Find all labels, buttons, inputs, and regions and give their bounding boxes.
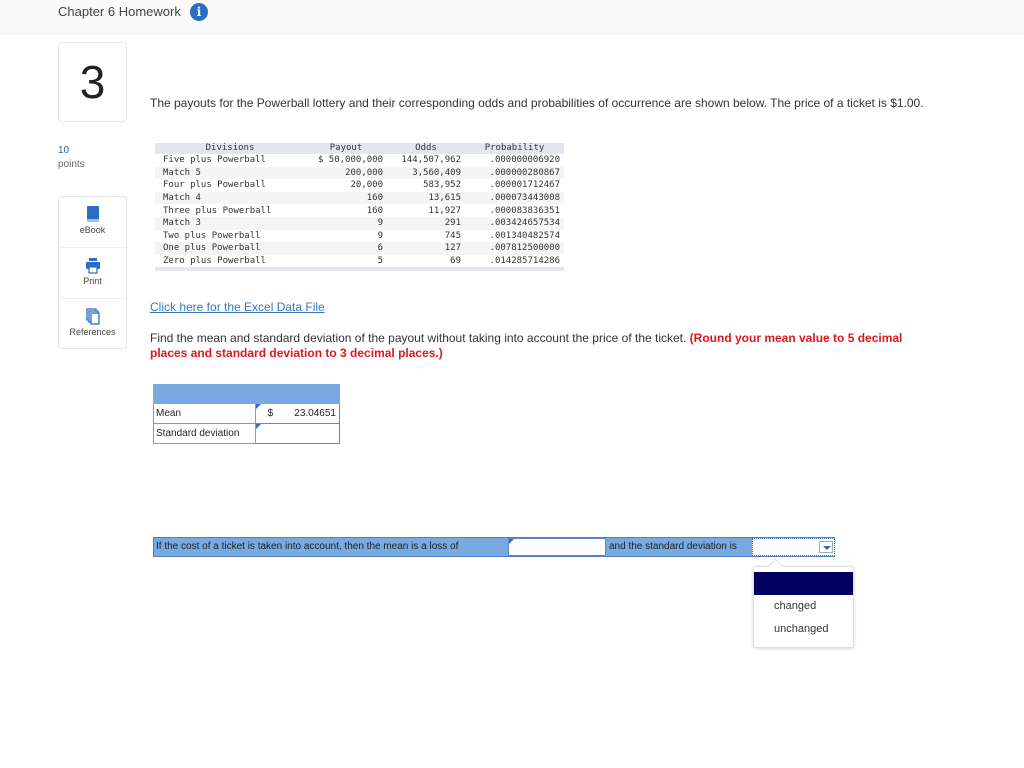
- points-label: points: [58, 159, 85, 170]
- division-cell: Two plus Powerball: [163, 230, 261, 241]
- payout-cell: $ 50,000,000: [317, 155, 383, 166]
- header-divisions: Divisions: [155, 143, 305, 154]
- std-input[interactable]: [254, 423, 341, 444]
- print-button[interactable]: Print: [59, 248, 126, 299]
- payout-cell: 9: [305, 216, 387, 230]
- table-row: Match 3 9 291.003424657534: [155, 216, 564, 230]
- mean-value: 23.04651: [294, 408, 336, 419]
- odds-cell: 11,927: [428, 205, 461, 216]
- probability-cell: .003424657534: [465, 216, 564, 230]
- dropdown-option-changed[interactable]: changed: [774, 600, 816, 612]
- table-row: Zero plus Powerball 5 69 .014285714286: [155, 255, 564, 268]
- probability-cell: .000073443008: [465, 191, 564, 205]
- odds-cell: 69: [450, 256, 461, 267]
- table-row: Two plus Powerball 9 745 .001340482574: [155, 230, 564, 243]
- references-icon: [85, 308, 100, 325]
- dropdown-menu: changed unchanged: [753, 566, 854, 648]
- odds-cell: 291: [387, 216, 465, 230]
- table-row: Five plus Powerball $ 50,000,000 144,507,9…: [155, 154, 564, 167]
- probability-cell: .014285714286: [489, 256, 560, 267]
- input-flag-icon: [509, 539, 514, 544]
- division-cell: Zero plus Powerball: [163, 256, 266, 267]
- input-flag-icon: [255, 424, 261, 429]
- references-button[interactable]: References: [59, 299, 126, 350]
- print-label: Print: [83, 276, 102, 286]
- table-row: Four plus Powerball 20,000 583,952 .0000017…: [155, 179, 564, 192]
- header-probability: Probability: [465, 143, 564, 154]
- tools-panel: eBook Print References: [58, 196, 127, 349]
- header-payout: Payout: [305, 143, 387, 154]
- dropdown-option-unchanged[interactable]: unchanged: [774, 623, 828, 635]
- answer-row-mean: Mean $ 23.04651: [153, 403, 341, 424]
- book-icon: [86, 206, 99, 222]
- division-cell: Match 4: [155, 191, 305, 205]
- sentence-part2: and the standard deviation is: [609, 541, 737, 552]
- ebook-label: eBook: [79, 225, 106, 235]
- odds-cell: 127: [387, 242, 465, 255]
- dropdown-option-blank[interactable]: [754, 572, 853, 595]
- answer-row-std: Standard deviation: [153, 423, 341, 444]
- division-cell: Match 5: [155, 166, 305, 180]
- assignment-title: Chapter 6 Homework: [58, 4, 181, 19]
- probability-cell: .007812500000: [465, 242, 564, 255]
- odds-cell: 583,952: [423, 180, 461, 191]
- table-header-row: Divisions Payout Odds Probability: [155, 143, 564, 154]
- payout-cell: 6: [305, 242, 387, 255]
- division-cell: Three plus Powerball: [163, 205, 272, 216]
- payout-cell: 20,000: [350, 180, 383, 191]
- std-change-select[interactable]: [752, 538, 835, 556]
- probability-cell: .000001712467: [489, 180, 560, 191]
- division-cell: Five plus Powerball: [163, 155, 266, 166]
- printer-icon: [85, 258, 100, 274]
- sentence-part1: If the cost of a ticket is taken into ac…: [156, 541, 459, 552]
- answer-table-header: [153, 384, 340, 404]
- odds-cell: 144,507,962: [401, 155, 461, 166]
- instruction-main: Find the mean and standard deviation of …: [150, 331, 690, 345]
- mean-input[interactable]: $ 23.04651: [254, 403, 341, 424]
- mean-currency: $: [267, 408, 274, 419]
- input-flag-icon: [255, 404, 261, 409]
- excel-data-file-link[interactable]: Click here for the Excel Data File: [150, 300, 325, 314]
- payout-cell: 160: [366, 205, 383, 216]
- answer-table: Mean $ 23.04651 Standard deviation: [153, 384, 341, 444]
- payout-cell: 160: [305, 191, 387, 205]
- std-label: Standard deviation: [153, 423, 256, 444]
- odds-cell: 13,615: [387, 191, 465, 205]
- table-footer: [155, 267, 564, 272]
- powerball-table: Divisions Payout Odds Probability Five p…: [155, 143, 564, 272]
- header-odds: Odds: [387, 143, 465, 154]
- payout-cell: 5: [377, 256, 383, 267]
- references-label: References: [69, 327, 116, 337]
- division-cell: One plus Powerball: [155, 242, 305, 255]
- points-value: 10: [58, 145, 70, 156]
- points-display: 10 points: [58, 144, 85, 172]
- table-row: One plus Powerball 6 127.007812500000: [155, 242, 564, 255]
- instruction-text: Find the mean and standard deviation of …: [150, 331, 940, 361]
- odds-cell: 745: [444, 230, 461, 241]
- loss-input[interactable]: [508, 538, 606, 556]
- probability-cell: .000083836351: [489, 205, 560, 216]
- probability-cell: .000000006920: [489, 155, 560, 166]
- division-cell: Four plus Powerball: [163, 180, 266, 191]
- table-row: Match 5 200,000 3,560,409.000000280867: [155, 166, 564, 180]
- top-bar: Chapter 6 Homework i: [0, 0, 1024, 34]
- odds-cell: 3,560,409: [387, 166, 465, 180]
- probability-cell: .001340482574: [489, 230, 560, 241]
- payout-cell: 9: [377, 230, 383, 241]
- info-icon[interactable]: i: [190, 3, 208, 21]
- question-number: 3: [58, 42, 127, 122]
- mean-label: Mean: [153, 403, 256, 424]
- ebook-button[interactable]: eBook: [59, 197, 126, 248]
- probability-cell: .000000280867: [465, 166, 564, 180]
- table-row: Match 4 160 13,615.000073443008: [155, 191, 564, 205]
- division-cell: Match 3: [155, 216, 305, 230]
- sentence-question: If the cost of a ticket is taken into ac…: [153, 537, 835, 557]
- chevron-down-icon[interactable]: [819, 541, 833, 553]
- intro-text: The payouts for the Powerball lottery an…: [150, 96, 924, 110]
- table-row: Three plus Powerball 160 11,927 .0000838363…: [155, 204, 564, 217]
- payout-cell: 200,000: [305, 166, 387, 180]
